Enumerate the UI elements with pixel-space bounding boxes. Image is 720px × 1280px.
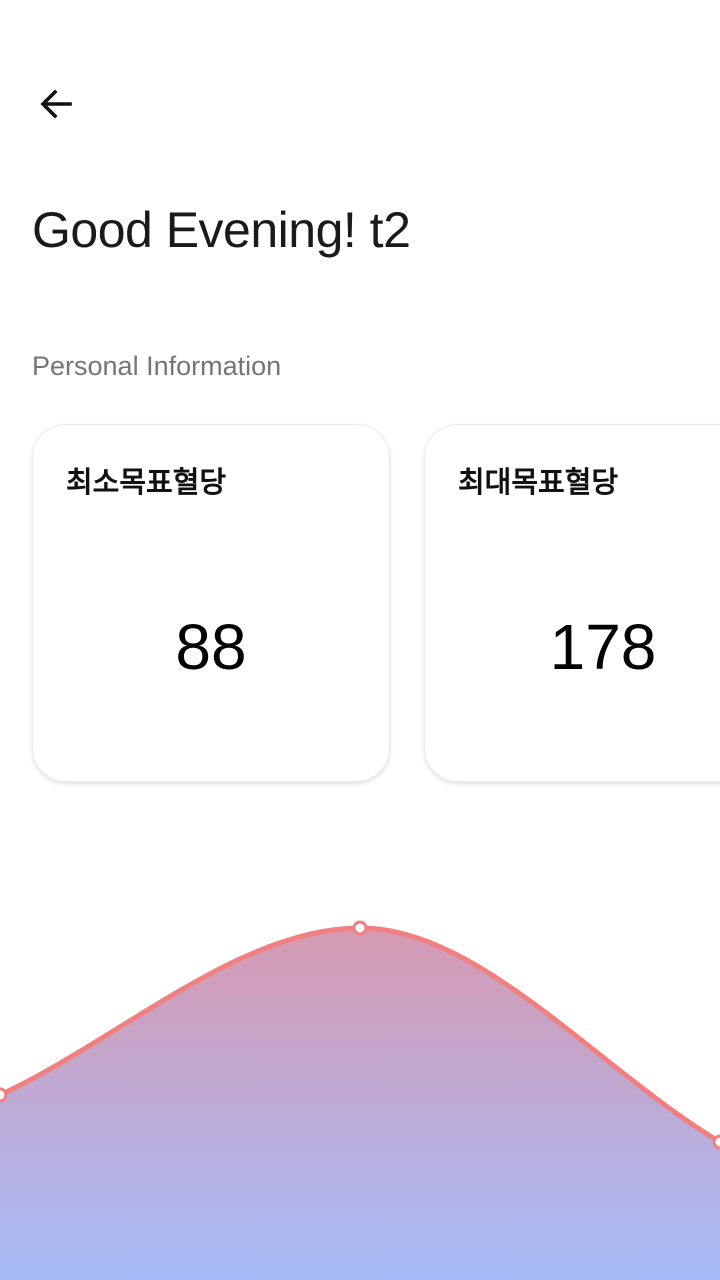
chart-point [0, 1087, 8, 1103]
chart-point [712, 1134, 720, 1150]
card-value: 88 [175, 611, 247, 683]
min-target-glucose-card[interactable]: 최소목표혈당 88 [32, 424, 390, 782]
card-label: 최소목표혈당 [66, 465, 227, 499]
section-title: Personal Information [32, 351, 282, 381]
card-label: 최대목표혈당 [458, 465, 619, 499]
arrow-left-icon [40, 89, 72, 119]
card-value: 178 [549, 611, 657, 683]
chart-point [352, 920, 368, 936]
max-target-glucose-card[interactable]: 최대목표혈당 178 [424, 424, 720, 782]
greeting-title: Good Evening! t2 [32, 202, 411, 258]
chart-svg [0, 920, 720, 1280]
chart-area [0, 928, 720, 1280]
info-cards-carousel[interactable]: 최소목표혈당 88 최대목표혈당 178 [0, 420, 720, 792]
back-button[interactable] [24, 72, 88, 136]
glucose-area-chart [0, 840, 720, 1280]
